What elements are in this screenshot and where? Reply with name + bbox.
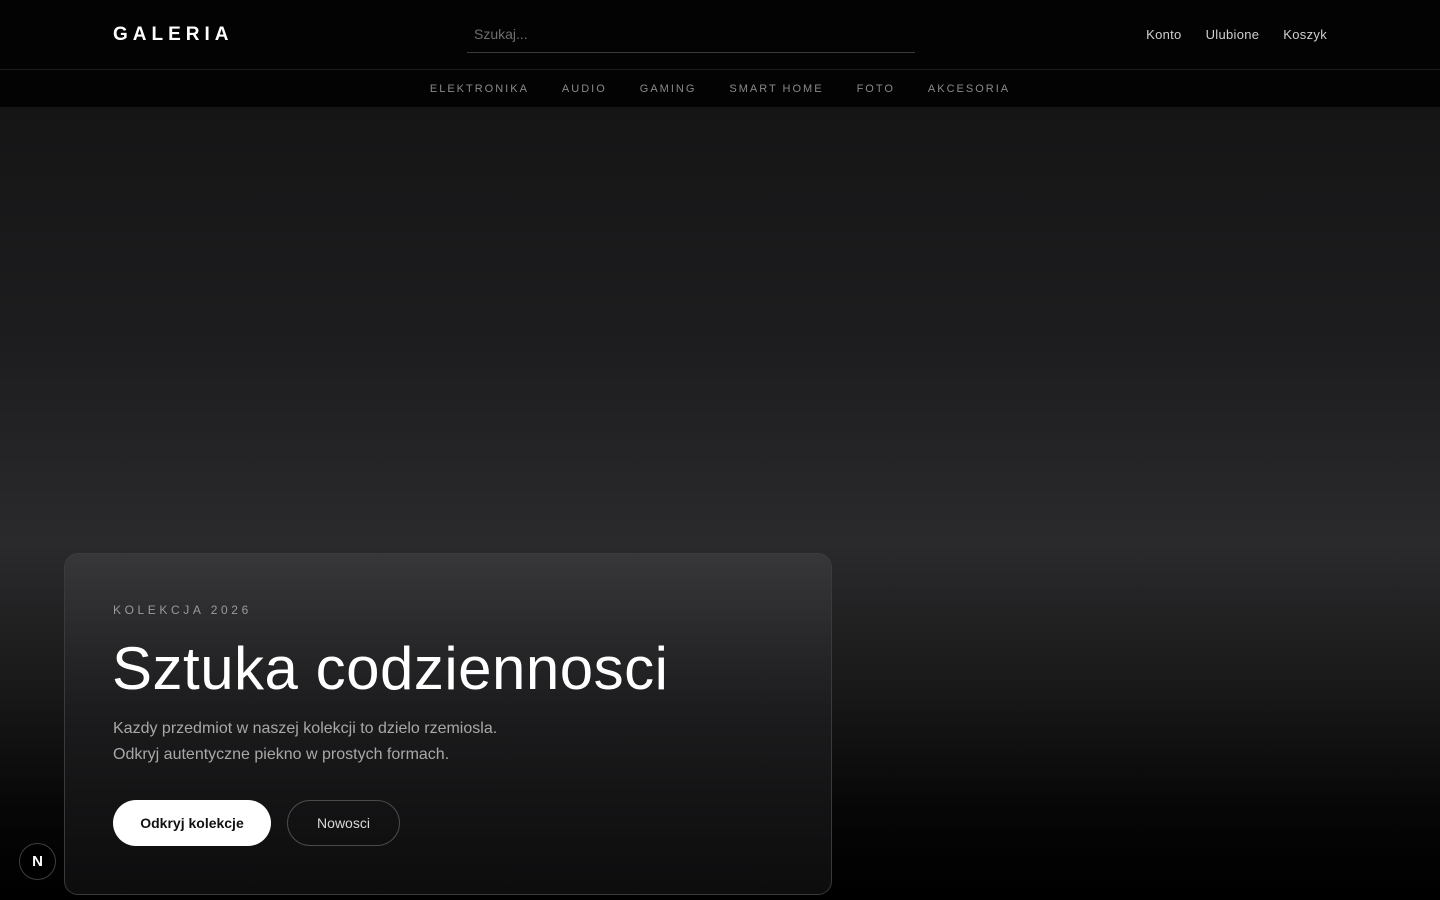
account-link[interactable]: Konto bbox=[1146, 27, 1181, 42]
category-nav: ELEKTRONIKA AUDIO GAMING SMART HOME FOTO… bbox=[0, 70, 1440, 107]
favorites-link[interactable]: Ulubione bbox=[1206, 27, 1260, 42]
category-audio[interactable]: AUDIO bbox=[562, 83, 607, 95]
account-nav: Konto Ulubione Koszyk bbox=[1146, 27, 1327, 42]
category-gaming[interactable]: GAMING bbox=[640, 83, 697, 95]
hero-eyebrow: KOLEKCJA 2026 bbox=[113, 603, 252, 617]
category-photo[interactable]: FOTO bbox=[857, 83, 895, 95]
search-input[interactable] bbox=[467, 20, 915, 48]
category-smart-home[interactable]: SMART HOME bbox=[729, 83, 823, 95]
new-arrivals-button[interactable]: Nowosci bbox=[287, 800, 400, 846]
n-logo-icon[interactable]: N bbox=[19, 843, 56, 880]
search-bar bbox=[467, 20, 915, 53]
hero-description-line-1: Kazdy przedmiot w naszej kolekcji to dzi… bbox=[113, 720, 498, 737]
hero-title: Sztuka codziennosci bbox=[112, 635, 669, 702]
hero-description-line-2: Odkryj autentyczne piekno w prostych for… bbox=[113, 746, 450, 763]
hero-card: KOLEKCJA 2026 Sztuka codziennosci Kazdy … bbox=[64, 553, 832, 895]
site-header: GALERIA Konto Ulubione Koszyk bbox=[0, 0, 1440, 70]
discover-collection-button[interactable]: Odkryj kolekcje bbox=[113, 800, 271, 846]
cart-link[interactable]: Koszyk bbox=[1283, 27, 1327, 42]
category-accessories[interactable]: AKCESORIA bbox=[928, 83, 1010, 95]
logo[interactable]: GALERIA bbox=[113, 24, 234, 46]
category-electronics[interactable]: ELEKTRONIKA bbox=[430, 83, 529, 95]
hero-description: Kazdy przedmiot w naszej kolekcji to dzi… bbox=[113, 716, 633, 768]
